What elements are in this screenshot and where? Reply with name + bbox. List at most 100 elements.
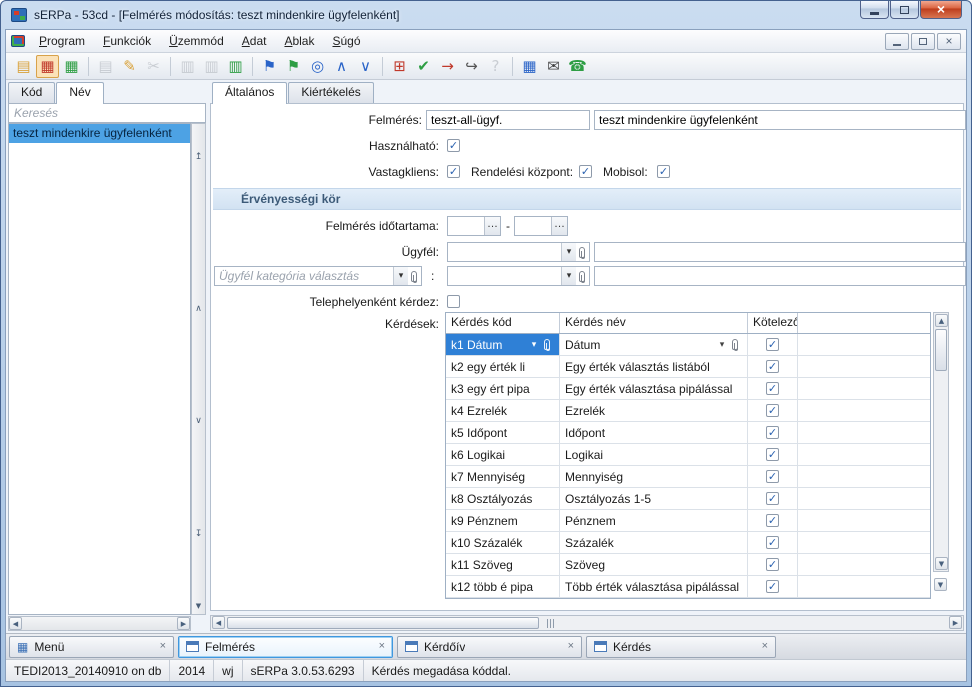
mdi-close-button[interactable] [937,33,961,50]
window-tab-kerdes[interactable]: Kérdés [586,636,776,658]
customer-category-combo[interactable]: Ügyfél kategória választás [214,266,422,286]
question-code-cell[interactable]: k11 Szöveg [446,554,560,575]
scroll-thumb[interactable] [935,329,947,371]
table-row[interactable]: k6 LogikaiLogikai [446,444,930,466]
customer-combo[interactable] [447,242,590,262]
category-value-combo[interactable] [447,266,590,286]
required-checkbox[interactable] [766,470,779,483]
duration-from-field[interactable] [447,216,501,236]
table-row[interactable]: k7 MennyiségMennyiség [446,466,930,488]
scroll-up-icon[interactable] [935,314,948,327]
question-code-cell[interactable]: k2 egy érték li [446,356,560,377]
edit-record-icon[interactable]: ▦ [36,55,59,78]
close-button[interactable] [920,1,962,19]
mobisol-checkbox[interactable] [657,165,670,178]
close-icon[interactable] [160,641,166,652]
survey-name-input[interactable] [594,110,966,130]
chevron-down-icon[interactable] [715,340,729,350]
required-checkbox[interactable] [766,338,779,351]
paperclip-icon[interactable] [732,339,738,350]
minimize-button[interactable] [860,1,889,19]
ordercenter-checkbox[interactable] [579,165,592,178]
pin-blue-icon[interactable]: ⚑ [258,55,281,78]
category-name-input[interactable] [594,266,966,286]
question-code-cell[interactable]: k6 Logikai [446,444,560,465]
scroll-left-icon[interactable] [9,617,22,630]
question-name-cell[interactable]: Időpont [560,422,748,443]
required-checkbox[interactable] [766,426,779,439]
customer-name-input[interactable] [594,242,966,262]
tab-kod[interactable]: Kód [8,82,55,103]
form-hscrollbar[interactable] [210,615,964,631]
required-checkbox[interactable] [766,536,779,549]
phone-icon[interactable]: ☎ [566,55,589,78]
table-row[interactable]: k11 SzövegSzöveg [446,554,930,576]
question-name-cell[interactable]: Egy érték választás listából [560,356,748,377]
duration-to-field[interactable] [514,216,568,236]
window-tab-menu[interactable]: Menü [9,636,174,658]
page-up-icon[interactable] [192,304,205,314]
required-checkbox[interactable] [766,558,779,571]
search-input[interactable] [8,103,206,123]
cut-icon[interactable]: ✂ [142,55,165,78]
tab-nev[interactable]: Név [56,82,103,104]
table-row[interactable]: k8 OsztályozásOsztályozás 1-5 [446,488,930,510]
chevron-down-icon[interactable] [561,243,576,261]
scroll-left-icon[interactable] [212,616,225,629]
maximize-button[interactable] [890,1,919,19]
exit-record-icon[interactable]: → [436,55,459,78]
scroll-right-icon[interactable] [177,617,190,630]
menu-item-ablak[interactable]: Ablak [276,32,322,50]
mdi-minimize-button[interactable] [885,33,909,50]
question-code-cell[interactable]: k9 Pénznem [446,510,560,531]
chevron-down-icon[interactable] [393,267,408,285]
menu-item-uzemmod[interactable]: Üzemmód [161,32,232,50]
question-code-cell[interactable]: k7 Mennyiség [446,466,560,487]
print-icon[interactable]: ▤ [94,55,117,78]
required-checkbox[interactable] [766,382,779,395]
scroll-down-icon[interactable] [935,557,948,570]
validate-icon[interactable]: ✔ [412,55,435,78]
search-icon[interactable]: ◎ [306,55,329,78]
list-vscrollbar[interactable] [191,123,206,615]
thickclient-checkbox[interactable] [447,165,460,178]
add-question-icon[interactable]: ⊞ [388,55,411,78]
table-row[interactable]: k12 több é pipaTöbb érték választása pip… [446,576,930,598]
window-tab-felmeres[interactable]: Felmérés [178,636,393,658]
scroll-up-icon[interactable]: ∧ [330,55,353,78]
grid-icon[interactable]: ▦ [518,55,541,78]
survey-code-input[interactable] [426,110,590,130]
new-record-icon[interactable]: ▦ [60,55,83,78]
table-vscrollbar[interactable] [933,312,949,572]
close-icon[interactable] [762,641,768,652]
question-name-cell[interactable]: Mennyiség [560,466,748,487]
question-name-cell[interactable]: Dátum [560,334,748,355]
required-checkbox[interactable] [766,404,779,417]
mdi-restore-button[interactable] [911,33,935,50]
question-name-cell[interactable]: Több érték választása pipálással [560,576,748,597]
window-tab-kerdoiv[interactable]: Kérdőív [397,636,582,658]
paperclip-icon[interactable] [544,339,550,350]
paperclip-icon[interactable] [579,271,585,282]
required-checkbox[interactable] [766,448,779,461]
paste-icon[interactable]: ▥ [200,55,223,78]
menu-item-program[interactable]: Program [31,32,93,50]
question-code-cell[interactable]: k1 Dátum [446,334,560,355]
scroll-right-icon[interactable] [949,616,962,629]
paperclip-icon[interactable] [411,271,417,282]
titlebar[interactable]: sERPa - 53cd - [Felmérés módosítás: tesz… [1,1,971,29]
table-row[interactable]: k9 PénznemPénznem [446,510,930,532]
col-required[interactable]: Kötelező [748,313,798,333]
required-checkbox[interactable] [766,514,779,527]
menu-item-funkciok[interactable]: Funkciók [95,32,159,50]
list-item[interactable]: teszt mindenkire ügyfelenként [9,124,190,143]
open-folder-icon[interactable]: ▤ [12,55,35,78]
help-icon[interactable]: ? [484,55,507,78]
mail-icon[interactable]: ✉ [542,55,565,78]
next-record-button[interactable] [934,578,947,591]
chevron-down-icon[interactable] [561,267,576,285]
question-name-cell[interactable]: Osztályozás 1-5 [560,488,748,509]
ellipsis-button[interactable] [551,217,567,235]
page-down-icon[interactable] [192,416,205,426]
question-name-cell[interactable]: Pénznem [560,510,748,531]
